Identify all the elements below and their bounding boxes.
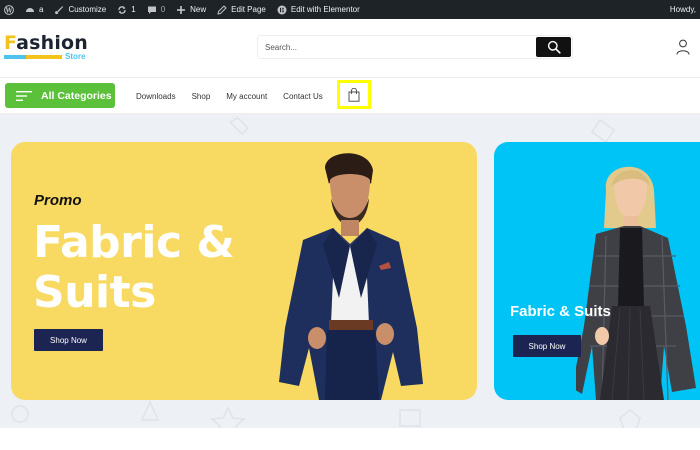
updates-count: 1 — [131, 5, 136, 14]
search-input[interactable] — [258, 36, 536, 58]
nav-link-shop[interactable]: Shop — [192, 92, 211, 101]
brush-icon — [55, 5, 64, 14]
nav-link-my-account[interactable]: My account — [226, 92, 267, 101]
comment-icon — [147, 6, 156, 14]
logo-wordmark: Fashion — [4, 32, 88, 54]
nav-link-downloads[interactable]: Downloads — [136, 92, 176, 101]
model-man-image — [279, 153, 423, 400]
cart-button[interactable] — [337, 80, 371, 109]
search-icon — [547, 40, 561, 54]
all-categories-button[interactable]: All Categories — [5, 83, 115, 108]
site-name: a — [39, 5, 44, 14]
wordpress-logo-menu[interactable]: W — [4, 0, 14, 19]
new-content-menu[interactable]: New — [176, 0, 206, 19]
customize-label: Customize — [68, 5, 107, 14]
elementor-label: Edit with Elementor — [290, 5, 360, 14]
site-header: Fashion Store — [0, 19, 700, 78]
shopping-bag-icon — [348, 87, 360, 102]
comments-count: 0 — [160, 5, 166, 14]
model-woman-image — [576, 166, 696, 400]
elementor-link[interactable]: Edit with Elementor — [277, 0, 360, 19]
main-navigation-bar: All Categories Downloads Shop My account… — [0, 79, 700, 114]
promo-banner-fabric[interactable]: Fabric & Suits Shop Now — [494, 142, 700, 400]
dashboard-icon — [26, 7, 34, 12]
howdy-label: Howdy, — [669, 5, 696, 14]
search-form — [257, 35, 573, 59]
updates-icon — [118, 5, 126, 14]
page-content-start — [0, 428, 700, 450]
logo-initial: F — [4, 32, 17, 54]
shop-now-button[interactable]: Shop Now — [513, 335, 581, 357]
shop-now-button[interactable]: Shop Now — [34, 329, 103, 351]
logo-subtitle: Store — [65, 52, 86, 61]
new-label: New — [190, 5, 207, 14]
user-icon[interactable] — [676, 39, 690, 55]
customize-link[interactable]: Customize — [54, 0, 106, 19]
elementor-icon — [277, 5, 287, 14]
hero-section: Promo Fabric & Suits Shop Now Fabric & S… — [0, 114, 700, 428]
nav-link-contact-us[interactable]: Contact Us — [283, 92, 323, 101]
comments-link[interactable]: 0 — [147, 0, 165, 19]
wordpress-logo-icon: W — [4, 4, 14, 15]
updates-link[interactable]: 1 — [117, 0, 136, 19]
banner-title: Fabric & Suits — [510, 303, 611, 320]
all-categories-label: All Categories — [41, 89, 112, 102]
pencil-icon — [217, 4, 227, 15]
svg-text:W: W — [5, 7, 13, 14]
menu-icon — [16, 90, 32, 101]
site-logo[interactable]: Fashion Store — [4, 32, 94, 66]
nav-menu: Downloads Shop My account Contact Us — [136, 79, 339, 114]
logo-underline-yellow — [26, 55, 62, 59]
wp-admin-bar: W a Customize 1 0 New Edit Page Edit wit… — [0, 0, 700, 19]
promo-kicker: Promo — [34, 192, 82, 209]
plus-icon — [177, 5, 186, 14]
logo-word: ashion — [16, 32, 89, 54]
account-menu[interactable]: Howdy, — [670, 0, 696, 19]
edit-page-link[interactable]: Edit Page — [217, 0, 266, 19]
promo-banner-suits[interactable]: Promo Fabric & Suits Shop Now — [11, 142, 477, 400]
site-name-menu[interactable]: a — [25, 0, 43, 19]
search-button[interactable] — [536, 37, 571, 57]
edit-page-label: Edit Page — [231, 5, 266, 14]
promo-headline: Fabric & Suits — [33, 217, 235, 318]
